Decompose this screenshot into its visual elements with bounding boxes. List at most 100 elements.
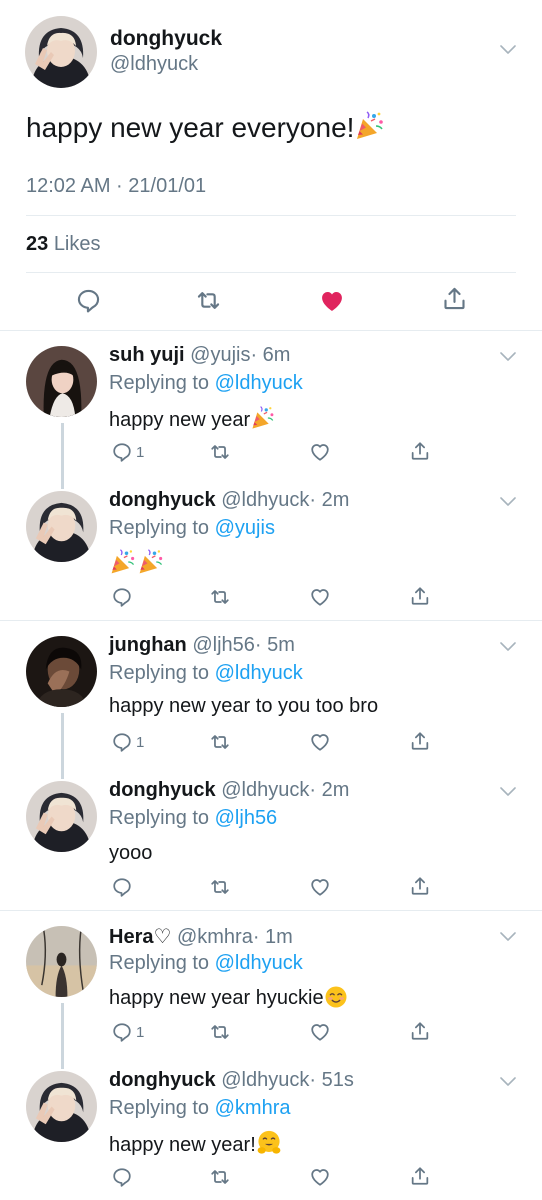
tweet-text-body: happy new year everyone! [26, 112, 355, 143]
share-button[interactable] [409, 875, 431, 897]
retweet-button[interactable] [209, 586, 231, 608]
reply-count: 1 [136, 443, 145, 461]
reply-icon [75, 287, 102, 314]
author-handle[interactable]: @kmhra [177, 926, 253, 948]
chevron-down-icon[interactable] [499, 931, 517, 943]
author-name[interactable]: donghyuck [109, 489, 216, 511]
like-button[interactable] [309, 1021, 331, 1043]
heart-filled-icon [318, 287, 346, 315]
author-handle[interactable]: @ldhyuck [110, 53, 198, 76]
share-button[interactable] [409, 730, 431, 752]
chevron-down-icon[interactable] [499, 44, 517, 56]
reply-button[interactable]: 1 [111, 731, 144, 753]
author-name[interactable]: Hera♡ [109, 926, 171, 948]
reply-text-body: happy new year [109, 409, 251, 431]
retweet-button[interactable] [209, 1166, 231, 1188]
reply-tweet[interactable]: junghan @ljh56· 5m Replying to @ldhyuck … [0, 621, 542, 766]
like-button[interactable] [309, 441, 331, 463]
chevron-down-icon[interactable] [499, 496, 517, 508]
party-popper-icon [354, 110, 386, 142]
tweet-text: happy new year everyone! [26, 110, 386, 144]
share-button[interactable] [409, 1020, 431, 1042]
replying-to: Replying to @kmhra [109, 1097, 291, 1120]
avatar[interactable] [26, 1071, 97, 1142]
reply-icon [111, 731, 133, 753]
share-button[interactable] [409, 440, 431, 462]
avatar[interactable] [26, 491, 97, 562]
author-name[interactable]: donghyuck [109, 1069, 216, 1091]
share-icon [409, 1020, 431, 1042]
like-button[interactable] [309, 1166, 331, 1188]
reply-text-body: happy new year! [109, 1134, 256, 1156]
chevron-down-icon[interactable] [499, 641, 517, 653]
reply-button[interactable] [75, 287, 102, 314]
author-handle[interactable]: @ldhyuck [221, 1069, 309, 1091]
mention-link[interactable]: @ljh56 [215, 807, 278, 829]
reply-button[interactable] [111, 586, 133, 608]
retweet-button[interactable] [209, 731, 231, 753]
mention-link[interactable]: @ldhyuck [215, 952, 303, 974]
reply-tweet[interactable]: Hera♡ @kmhra· 1m Replying to @ldhyuck ha… [0, 911, 542, 1056]
reply-tweet[interactable]: donghyuck @ldhyuck· 51s Replying to @kmh… [0, 1056, 542, 1200]
retweet-button[interactable] [209, 876, 231, 898]
retweet-button[interactable] [209, 1021, 231, 1043]
hugging-face-icon [256, 1130, 282, 1156]
retweet-icon [209, 1166, 231, 1188]
divider [26, 272, 516, 273]
reply-button[interactable] [111, 1166, 133, 1188]
author-handle[interactable]: @ldhyuck [221, 489, 309, 511]
replying-to: Replying to @yujis [109, 517, 275, 540]
like-button[interactable] [309, 731, 331, 753]
smiling-face-icon [324, 985, 348, 1009]
mention-link[interactable]: @yujis [215, 517, 275, 539]
author-handle[interactable]: @ljh56 [192, 634, 255, 656]
retweet-icon [209, 1021, 231, 1043]
reply-count: 1 [136, 1023, 145, 1041]
replying-to: Replying to @ldhyuck [109, 372, 303, 395]
reply-button[interactable] [111, 876, 133, 898]
tweet-timestamp[interactable]: 12:02 AM · 21/01/01 [26, 175, 206, 198]
author-handle[interactable]: @yujis [190, 344, 250, 366]
avatar[interactable] [26, 346, 97, 417]
retweet-button[interactable] [195, 287, 222, 314]
likes-count[interactable]: 23 Likes [26, 233, 101, 256]
chevron-down-icon[interactable] [499, 786, 517, 798]
avatar[interactable] [26, 781, 97, 852]
reply-time: · 5m [254, 634, 295, 656]
replying-label: Replying to [109, 952, 210, 974]
chevron-down-icon[interactable] [499, 351, 517, 363]
avatar[interactable] [26, 926, 97, 997]
retweet-button[interactable] [209, 441, 231, 463]
mention-link[interactable]: @ldhyuck [215, 662, 303, 684]
party-popper-icon [250, 405, 276, 431]
like-button[interactable] [309, 586, 331, 608]
reply-tweet[interactable]: donghyuck @ldhyuck· 2m Replying to @ljh5… [0, 766, 542, 911]
reply-header: Hera♡ @kmhra· 1m [109, 924, 293, 949]
like-button[interactable] [318, 287, 346, 315]
reply-button[interactable]: 1 [111, 1021, 144, 1043]
divider [26, 215, 516, 216]
reply-tweet[interactable]: suh yuji @yujis· 6m Replying to @ldhyuck… [0, 331, 542, 476]
likes-number: 23 [26, 233, 49, 255]
replying-label: Replying to [109, 517, 210, 539]
reply-icon [111, 441, 133, 463]
share-button[interactable] [409, 1165, 431, 1187]
share-button[interactable] [409, 585, 431, 607]
reply-time: · 51s [309, 1069, 354, 1091]
chevron-down-icon[interactable] [499, 1076, 517, 1088]
retweet-icon [209, 586, 231, 608]
like-button[interactable] [309, 876, 331, 898]
mention-link[interactable]: @ldhyuck [215, 372, 303, 394]
avatar[interactable] [25, 16, 97, 88]
share-button[interactable] [441, 285, 468, 312]
author-name[interactable]: suh yuji [109, 344, 185, 366]
author-name[interactable]: donghyuck [110, 27, 222, 51]
author-name[interactable]: donghyuck [109, 779, 216, 801]
author-name[interactable]: junghan [109, 634, 187, 656]
reply-tweet[interactable]: donghyuck @ldhyuck· 2m Replying to @yuji… [0, 476, 542, 621]
avatar[interactable] [26, 636, 97, 707]
mention-link[interactable]: @kmhra [215, 1097, 291, 1119]
reply-icon [111, 1021, 133, 1043]
author-handle[interactable]: @ldhyuck [221, 779, 309, 801]
reply-button[interactable]: 1 [111, 441, 144, 463]
